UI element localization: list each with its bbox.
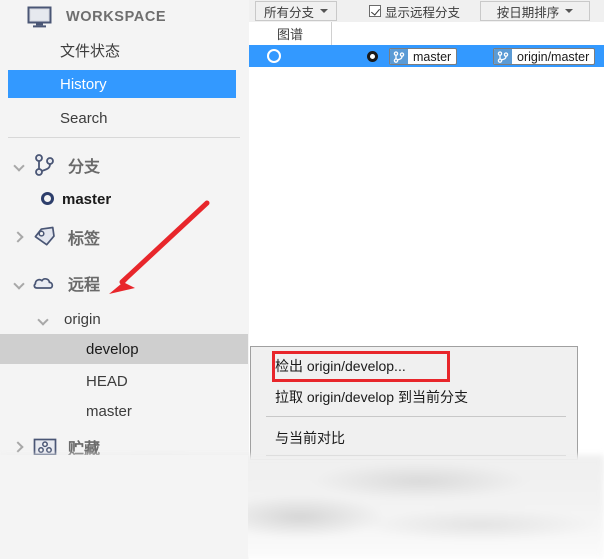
sidebar-item-history[interactable]: History [8, 70, 236, 98]
ref-badge-label: master [413, 49, 452, 64]
menu-separator [266, 416, 566, 417]
tag-icon [32, 226, 58, 248]
sidebar-remote-branch-develop[interactable]: develop [0, 334, 248, 364]
menu-item-label: 与当前对比 [275, 429, 345, 446]
sidebar-item-label: History [60, 75, 107, 93]
workspace-title: WORKSPACE [66, 9, 167, 25]
sidebar-item-label: 文件状态 [60, 42, 121, 60]
sidebar-group-branches[interactable]: 分支 [0, 150, 248, 180]
menu-item-label: 拉取 origin/develop 到当前分支 [275, 388, 468, 405]
chevron-down-icon [320, 9, 328, 13]
sidebar-remote-origin[interactable]: origin [0, 304, 248, 334]
remote-branch-label: develop [86, 340, 139, 358]
sidebar-item-search[interactable]: Search [8, 104, 236, 132]
chevron-right-icon[interactable] [12, 440, 26, 454]
branch-icon [32, 154, 58, 176]
sort-order-dropdown[interactable]: 按日期排序 [480, 1, 590, 21]
annotation-highlight-box [272, 351, 450, 382]
remote-branch-label: HEAD [86, 372, 128, 390]
menu-item-compare[interactable]: 与当前对比 [252, 424, 578, 451]
remote-branch-label: master [86, 402, 132, 420]
branch-icon [390, 49, 408, 64]
commit-dot-icon [367, 51, 378, 62]
chevron-right-icon[interactable] [12, 230, 26, 244]
show-remote-branches-checkbox[interactable]: 显示远程分支 [369, 1, 460, 21]
sort-order-label: 按日期排序 [496, 5, 560, 20]
column-header-graph[interactable]: 图谱 [249, 22, 332, 45]
workspace-header: WORKSPACE [0, 2, 248, 32]
commit-node-icon [267, 49, 281, 63]
sidebar-group-label: 分支 [68, 159, 101, 176]
remote-label: origin [64, 310, 101, 328]
ref-badge-label: origin/master [517, 49, 590, 64]
branch-filter-dropdown[interactable]: 所有分支 [255, 1, 337, 21]
sidebar-bottom-fill [0, 455, 248, 559]
history-toolbar: 所有分支 显示远程分支 按日期排序 [249, 0, 604, 22]
sidebar-item-file-status[interactable]: 文件状态 [8, 36, 236, 64]
sidebar-item-label: Search [60, 109, 108, 127]
annotation-arrow [109, 200, 210, 294]
menu-item-pull[interactable]: 拉取 origin/develop 到当前分支 [252, 383, 578, 410]
history-column-header: 图谱 [249, 22, 604, 46]
sidebar-divider [8, 137, 240, 138]
cloud-icon [32, 272, 58, 294]
branch-icon [494, 49, 512, 64]
checkbox-icon[interactable] [369, 5, 381, 17]
chevron-down-icon[interactable] [12, 276, 26, 290]
sidebar-remote-branch-master[interactable]: master [0, 396, 248, 426]
chevron-down-icon[interactable] [12, 158, 26, 172]
ref-badge-master[interactable]: master [389, 48, 458, 65]
show-remote-branches-label: 显示远程分支 [385, 5, 461, 20]
ref-badge-origin-master[interactable]: origin/master [493, 48, 596, 65]
table-row[interactable]: master origin/master [249, 45, 604, 67]
monitor-icon [26, 6, 54, 28]
chevron-down-icon[interactable] [36, 312, 50, 326]
commit-dot-icon [41, 192, 54, 205]
branch-filter-label: 所有分支 [263, 5, 314, 20]
chevron-down-icon [565, 9, 574, 13]
sidebar-remote-branch-head[interactable]: HEAD [0, 366, 248, 396]
